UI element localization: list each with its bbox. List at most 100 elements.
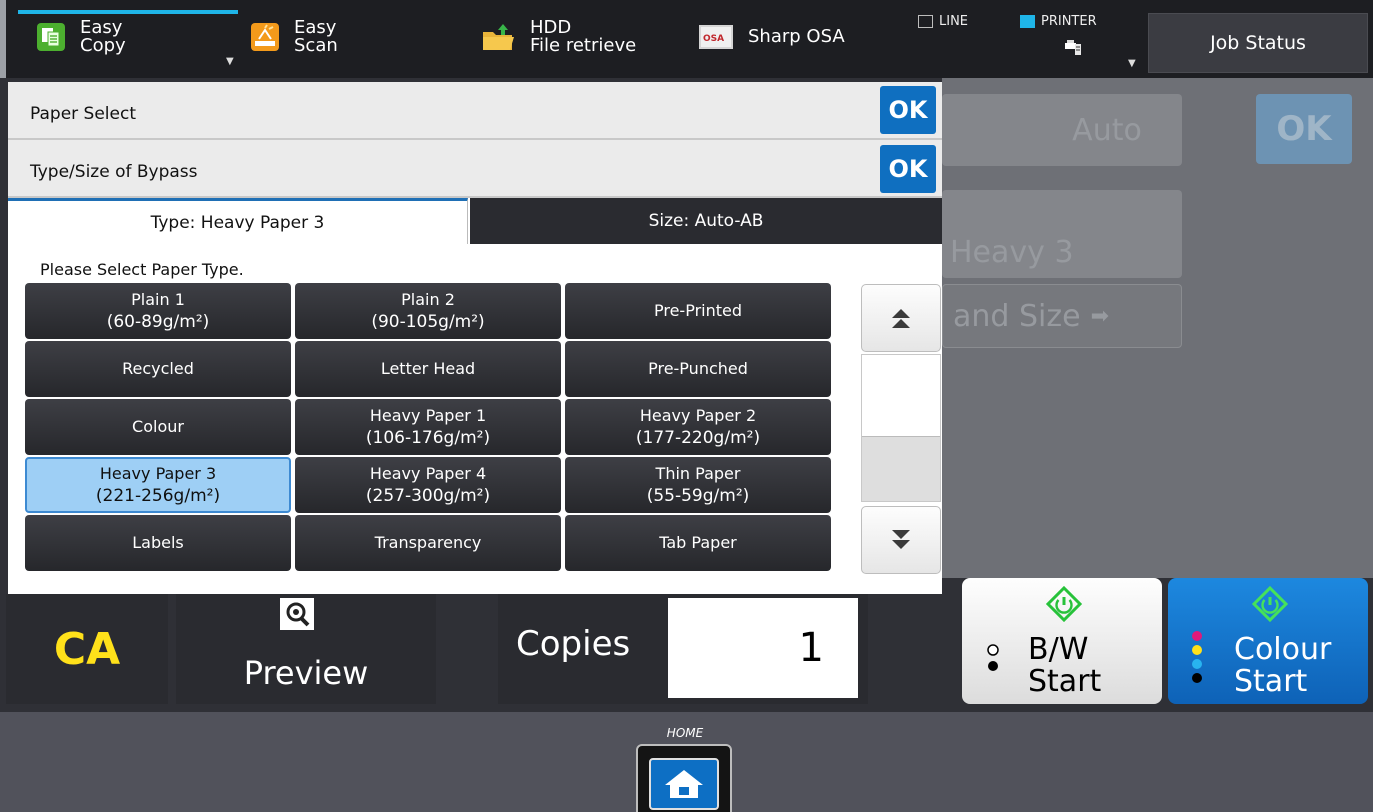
- copies-input[interactable]: 1: [668, 598, 858, 698]
- paper-select-ok-button[interactable]: OK: [880, 86, 936, 134]
- job-status-button[interactable]: Job Status: [1148, 13, 1368, 73]
- paper-type-button[interactable]: Recycled: [25, 341, 291, 397]
- job-status-label: Job Status: [1210, 32, 1306, 54]
- bypass-title: Type/Size of Bypass: [30, 162, 198, 182]
- paper-type-weight: (177-220g/m²): [635, 428, 761, 448]
- copies-panel: Copies 1: [498, 594, 868, 704]
- tab-size-label: Size: Auto-AB: [648, 211, 764, 231]
- printer-label: PRINTER: [1041, 14, 1097, 29]
- background-auto-label: Auto: [1072, 112, 1142, 148]
- colour-toner-icon: [1190, 628, 1204, 696]
- paper-type-label: Recycled: [122, 359, 194, 378]
- paper-type-button[interactable]: Pre-Punched: [565, 341, 831, 397]
- paper-type-button[interactable]: Pre-Printed: [565, 283, 831, 339]
- hdd-file-retrieve-button[interactable]: HDD File retrieve: [482, 0, 682, 74]
- paper-select-header: Paper Select OK: [8, 82, 942, 140]
- scroll-thumb[interactable]: [862, 355, 940, 437]
- paper-type-button[interactable]: Heavy Paper 3 (221-256g/m²): [25, 457, 291, 513]
- line-status-square: [918, 15, 933, 28]
- colour-start-button[interactable]: Colour Start: [1168, 578, 1368, 704]
- colour-start-icon: [1251, 585, 1289, 626]
- paper-type-label: Transparency: [374, 533, 482, 552]
- home-button[interactable]: [636, 744, 732, 812]
- paper-type-label: Pre-Punched: [648, 359, 748, 378]
- paper-type-label: Plain 1: [131, 290, 185, 309]
- colour-label-1: Colour: [1234, 632, 1332, 667]
- background-auto-button: Auto: [942, 94, 1182, 166]
- tab-type[interactable]: Type: Heavy Paper 3: [8, 198, 468, 244]
- tab-size[interactable]: Size: Auto-AB: [470, 198, 942, 244]
- scan-icon: [250, 22, 280, 52]
- paper-type-label: Thin Paper: [655, 464, 741, 483]
- bw-label-1: B/W: [1028, 632, 1089, 667]
- double-chevron-down-icon: [892, 530, 910, 549]
- printer-icon: [1064, 38, 1082, 60]
- paper-type-label: Letter Head: [380, 359, 476, 378]
- bypass-header: Type/Size of Bypass OK: [8, 140, 942, 198]
- bypass-ok-button[interactable]: OK: [880, 145, 936, 193]
- easy-scan-label-2: Scan: [294, 35, 338, 56]
- tab-type-label: Type: Heavy Paper 3: [150, 212, 325, 233]
- paper-type-label: Heavy Paper 2: [639, 406, 757, 425]
- colour-start-label: Colour Start: [1234, 634, 1331, 698]
- paper-type-button[interactable]: Transparency: [295, 515, 561, 571]
- paper-type-label: Plain 2: [401, 290, 455, 309]
- background-type-size-button: and Size ➡: [942, 284, 1182, 348]
- easy-copy-button[interactable]: Easy Copy ▼: [36, 0, 236, 74]
- line-indicator: LINE: [918, 14, 968, 29]
- easy-scan-button[interactable]: Easy Scan: [250, 0, 450, 74]
- paper-type-button[interactable]: Plain 2 (90-105g/m²): [295, 283, 561, 339]
- bw-toner-icon: [986, 638, 1000, 682]
- sharp-osa-button[interactable]: OSA Sharp OSA: [698, 0, 898, 74]
- double-chevron-up-icon: [892, 309, 910, 328]
- paper-type-weight: (257-300g/m²): [365, 486, 491, 506]
- background-ok-button: OK: [1256, 94, 1352, 164]
- paper-type-button[interactable]: Plain 1 (60-89g/m²): [25, 283, 291, 339]
- bw-start-button[interactable]: B/W Start: [962, 578, 1162, 704]
- paper-type-button[interactable]: Tab Paper: [565, 515, 831, 571]
- bw-label-2: Start: [1028, 664, 1102, 699]
- osa-icon-text: OSA: [703, 34, 724, 44]
- chevron-down-icon[interactable]: ▼: [226, 56, 234, 67]
- paper-select-title: Paper Select: [30, 104, 136, 124]
- paper-type-button[interactable]: Heavy Paper 4 (257-300g/m²): [295, 457, 561, 513]
- line-label: LINE: [939, 14, 969, 29]
- paper-type-label: Pre-Printed: [653, 301, 742, 320]
- paper-type-button[interactable]: Letter Head: [295, 341, 561, 397]
- paper-type-button[interactable]: Thin Paper (55-59g/m²): [565, 457, 831, 513]
- printer-indicator[interactable]: PRINTER: [1020, 14, 1097, 29]
- scroll-down-button[interactable]: [861, 506, 941, 574]
- preview-label: Preview: [243, 654, 369, 692]
- scroll-up-button[interactable]: [861, 284, 941, 352]
- start-icon: [1045, 585, 1083, 626]
- arrow-right-icon: ➡: [1090, 303, 1109, 329]
- hdd-label-2: File retrieve: [530, 35, 637, 56]
- paper-type-label: Colour: [132, 417, 184, 436]
- background-type-size-label: and Size: [953, 298, 1081, 334]
- clear-all-button[interactable]: CA: [6, 594, 168, 704]
- paper-type-button[interactable]: Colour: [25, 399, 291, 455]
- background-heavy-label: Heavy 3: [950, 235, 1074, 270]
- paper-type-button[interactable]: Labels: [25, 515, 291, 571]
- bw-start-label: B/W Start: [1028, 634, 1101, 698]
- magnifier-icon: [280, 598, 314, 630]
- paper-select-dialog: Paper Select OK Type/Size of Bypass OK T…: [8, 82, 942, 594]
- printer-dropdown-icon[interactable]: ▼: [1128, 58, 1136, 69]
- paper-type-button[interactable]: Heavy Paper 2 (177-220g/m²): [565, 399, 831, 455]
- easy-copy-label-2: Copy: [80, 35, 126, 56]
- printer-status-square: [1020, 15, 1035, 28]
- colour-label-2: Start: [1234, 664, 1308, 699]
- scroll-track[interactable]: [861, 354, 941, 502]
- paper-type-weight: (106-176g/m²): [365, 428, 491, 448]
- sharp-osa-label: Sharp OSA: [748, 26, 845, 47]
- folder-icon: [482, 22, 516, 52]
- paper-type-weight: (60-89g/m²): [106, 312, 210, 332]
- background-screen: Auto OK Heavy 3 and Size ➡: [942, 78, 1373, 578]
- background-ok-label: OK: [1276, 109, 1332, 149]
- paper-type-button[interactable]: Heavy Paper 1 (106-176g/m²): [295, 399, 561, 455]
- copies-label: Copies: [516, 624, 631, 664]
- preview-button[interactable]: Preview: [176, 594, 436, 704]
- paper-select-ok-label: OK: [888, 96, 928, 124]
- home-icon: [649, 758, 719, 810]
- bypass-ok-label: OK: [888, 155, 928, 183]
